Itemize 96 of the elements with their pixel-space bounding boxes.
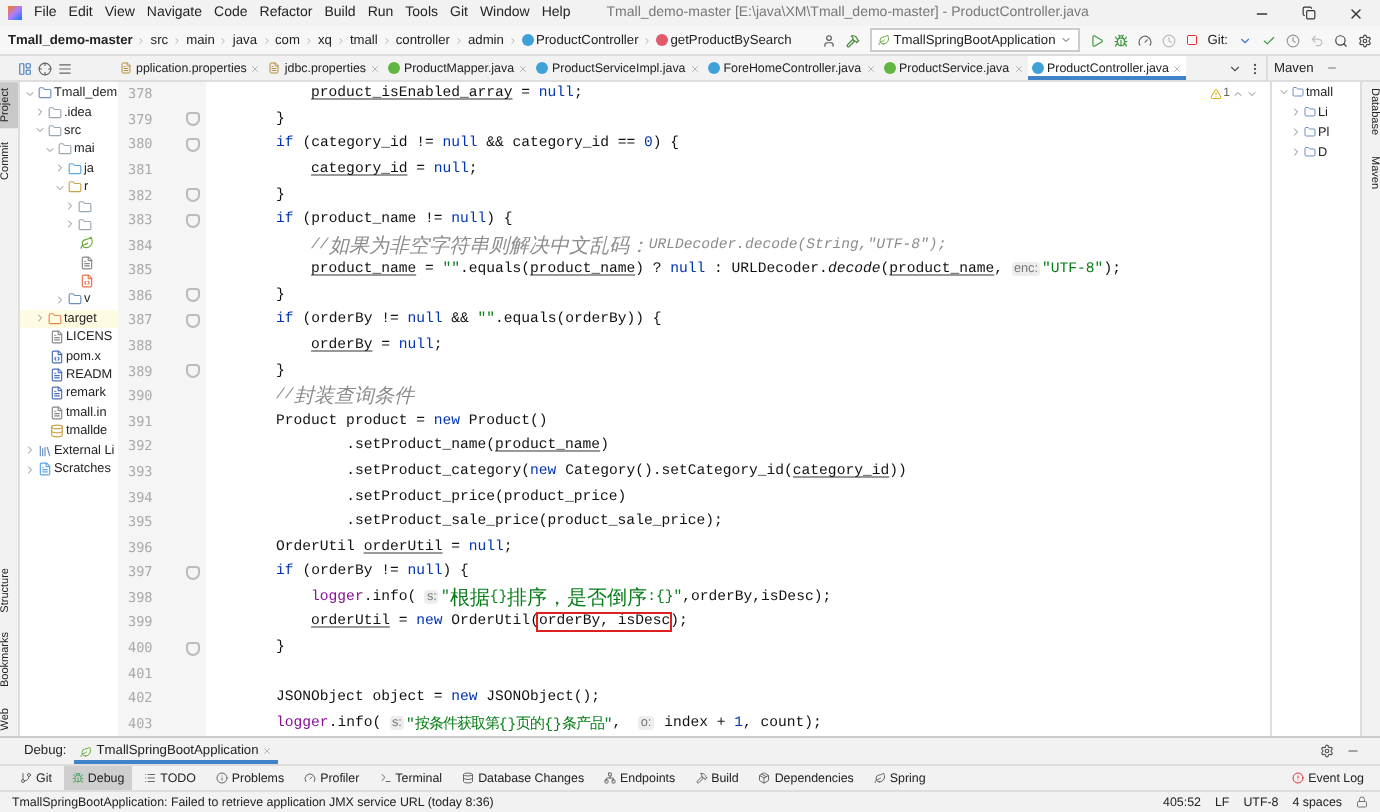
app-logo-icon: [8, 6, 22, 20]
separator-icon: [172, 35, 183, 45]
hide-panel-icon[interactable]: [1325, 62, 1338, 74]
commit-icon[interactable]: [1262, 33, 1276, 47]
folder-icon: [78, 199, 92, 214]
separator-icon: [261, 35, 271, 45]
class-icon: [1031, 62, 1044, 74]
web-folder-icon: [68, 292, 82, 307]
class-icon: [707, 62, 720, 74]
gauge-icon: [304, 772, 317, 784]
fold-icon[interactable]: [186, 137, 200, 152]
folder-icon: [48, 311, 62, 326]
scratch-icon: [38, 462, 52, 476]
info-icon: [215, 772, 228, 784]
folder-icon: [48, 105, 62, 120]
separator-icon: [303, 35, 314, 45]
settings-icon[interactable]: [1320, 744, 1334, 758]
leaf-icon: [877, 34, 890, 46]
network-icon: [604, 772, 617, 784]
class-icon: [521, 34, 534, 46]
separator-icon: [381, 35, 392, 45]
hammer-icon: [695, 772, 708, 784]
folder-icon: [78, 217, 92, 232]
user-icon[interactable]: [821, 33, 836, 47]
tabs-dropdown-icon[interactable]: [1228, 61, 1242, 75]
bug-icon: [71, 772, 84, 784]
folder-icon: [1292, 86, 1304, 98]
close-icon[interactable]: [1348, 5, 1364, 21]
interface-icon: [387, 62, 400, 74]
interface-icon: [883, 62, 896, 74]
maven-file-icon: [50, 349, 64, 364]
separator-icon: [136, 35, 147, 45]
database-file-icon: [50, 424, 64, 439]
leaf-icon: [80, 745, 93, 757]
restore-icon[interactable]: [1302, 6, 1316, 20]
lock-icon[interactable]: [1356, 796, 1368, 808]
rollback-icon[interactable]: [1310, 33, 1324, 47]
layout-icon[interactable]: [18, 61, 32, 75]
fold-icon[interactable]: [186, 565, 200, 580]
hide-icon[interactable]: [1346, 744, 1360, 758]
up-icon[interactable]: [1232, 88, 1244, 100]
fold-icon[interactable]: [186, 313, 200, 328]
fold-icon[interactable]: [186, 641, 200, 655]
folder-icon: [48, 123, 62, 138]
file-icon: [50, 330, 64, 345]
run-icon[interactable]: [1089, 33, 1104, 47]
folder-icon: [1304, 146, 1316, 158]
separator-icon: [453, 35, 464, 45]
collapse-all-icon[interactable]: [58, 61, 72, 75]
error-icon: [1292, 772, 1305, 784]
build-icon[interactable]: [845, 33, 860, 47]
folder-icon: [1304, 106, 1316, 118]
file-icon: [50, 405, 64, 420]
settings-icon[interactable]: [1358, 33, 1372, 47]
profile-icon[interactable]: [1161, 33, 1176, 47]
separator-icon: [642, 35, 653, 45]
module-folder-icon: [38, 86, 52, 101]
separator-icon: [507, 35, 518, 45]
down-icon[interactable]: [1246, 88, 1258, 100]
search-icon[interactable]: [1334, 33, 1348, 47]
separator-icon: [335, 35, 346, 45]
library-icon: [38, 443, 52, 458]
properties-file-icon: [268, 62, 281, 74]
fold-icon[interactable]: [186, 364, 200, 379]
terminal-icon: [379, 772, 392, 784]
database-icon: [462, 772, 475, 784]
leaf-icon: [80, 236, 94, 251]
package-icon: [758, 772, 771, 784]
folder-icon: [58, 142, 72, 157]
resource-folder-icon: [68, 180, 82, 195]
debug-icon[interactable]: [1113, 33, 1128, 47]
folder-icon: [1304, 126, 1316, 138]
markdown-file-icon: [50, 368, 64, 383]
source-folder-icon: [68, 161, 82, 176]
branch-icon: [20, 772, 32, 784]
separator-icon: [218, 35, 229, 45]
coverage-icon[interactable]: [1137, 33, 1152, 47]
xml-file-icon: [80, 274, 94, 289]
fold-icon[interactable]: [186, 213, 200, 228]
update-icon[interactable]: [1238, 33, 1252, 47]
fold-icon[interactable]: [186, 288, 200, 303]
markdown-file-icon: [50, 386, 64, 401]
fold-icon[interactable]: [186, 188, 200, 203]
warning-icon: [1209, 88, 1222, 100]
history-icon[interactable]: [1286, 33, 1300, 47]
class-icon: [536, 62, 549, 74]
stop-icon[interactable]: [1185, 34, 1198, 46]
locate-icon[interactable]: [38, 61, 52, 75]
leaf-icon: [873, 772, 886, 784]
file-icon: [80, 255, 94, 270]
more-icon[interactable]: [1248, 61, 1262, 75]
method-icon: [656, 34, 669, 46]
caret-icon: [1059, 34, 1072, 46]
list-icon: [144, 772, 157, 784]
fold-icon[interactable]: [186, 112, 200, 127]
properties-file-icon: [120, 62, 132, 74]
